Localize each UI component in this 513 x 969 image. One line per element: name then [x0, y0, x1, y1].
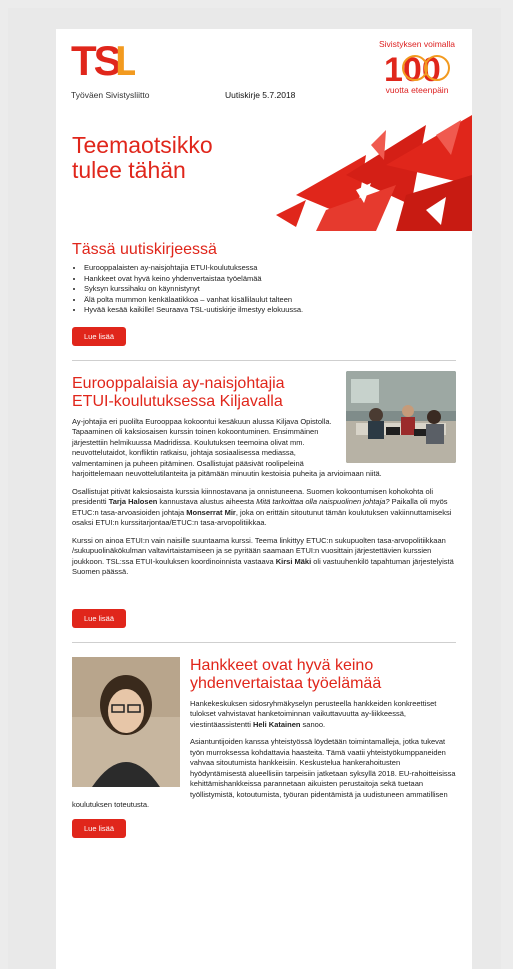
person-name: Monserrat Mir: [186, 507, 236, 517]
toc-item[interactable]: Syksyn kurssihaku on käynnistynyt: [84, 284, 456, 295]
anniversary-100-logo: 100: [384, 51, 450, 84]
person-name: Heli Katainen: [252, 719, 301, 729]
article-1-title: Eurooppalaisia ay-naisjohtajia ETUI-koul…: [72, 374, 285, 410]
classroom-photo-image: [346, 370, 456, 463]
person-name: Kirsi Mäki: [275, 556, 312, 566]
newsletter-card: TS L Työväen Sivistysliitto Uutiskirje 5…: [56, 29, 472, 969]
person-name: Tarja Halosen: [108, 497, 158, 506]
svg-text:L: L: [115, 39, 135, 81]
toc-item[interactable]: Hyvää kesää kaikille! Seuraava TSL-uutis…: [84, 305, 456, 316]
toc-section: Tässä uutiskirjeessä Eurooppalaisten ay-…: [56, 241, 472, 346]
portrait-photo-image: [72, 656, 180, 787]
org-name: Työväen Sivistysliitto: [71, 90, 150, 100]
article-1-paragraph-3: Kurssi on ainoa ETUI:n vain naisille suu…: [72, 535, 454, 577]
page-background: TS L Työväen Sivistysliitto Uutiskirje 5…: [8, 8, 501, 969]
issue-date: Uutiskirje 5.7.2018: [225, 90, 296, 100]
newsletter-header: TS L Työväen Sivistysliitto Uutiskirje 5…: [56, 29, 472, 109]
article-2-photo: [72, 656, 180, 787]
article-2: Hankkeet ovat hyvä keino yhdenvertaistaa…: [56, 656, 472, 838]
hero-shards-graphic: [276, 115, 472, 231]
article-1: Eurooppalaisia ay-naisjohtajia ETUI-koul…: [56, 370, 472, 628]
article-2-read-more-button[interactable]: Lue lisää: [72, 818, 127, 838]
tsl-logo[interactable]: TS L: [71, 39, 135, 81]
divider: [72, 641, 456, 643]
divider: [72, 359, 456, 361]
talk-title: Mitä tarkoittaa olla naispuolinen johtaj…: [256, 497, 390, 506]
article-1-paragraph-2: Osallistujat pitivät kaksiosaista kurssi…: [72, 486, 452, 528]
article-1-photo: [346, 370, 456, 463]
toc-list: Eurooppalaisten ay-naisjohtajia ETUI-kou…: [72, 263, 456, 316]
anniversary-badge: Sivistyksen voimalla 100 vuotta eteenpäi…: [374, 39, 460, 95]
anniversary-slogan-bottom: vuotta eteenpäin: [385, 85, 449, 95]
hero-title: Teemaotsikko tulee tähän: [72, 132, 213, 183]
toc-item[interactable]: Älä polta mummon kenkälaatikkoa – vanhat…: [84, 295, 456, 306]
toc-heading: Tässä uutiskirjeessä: [72, 241, 217, 258]
article-1-read-more-button[interactable]: Lue lisää: [72, 608, 127, 628]
toc-item[interactable]: Hankkeet ovat hyvä keino yhdenvertaistaa…: [84, 274, 456, 285]
hero-banner: Teemaotsikko tulee tähän: [56, 109, 472, 231]
toc-read-more-button[interactable]: Lue lisää: [72, 326, 127, 346]
toc-item[interactable]: Eurooppalaisten ay-naisjohtajia ETUI-kou…: [84, 263, 456, 274]
anniversary-slogan-top: Sivistyksen voimalla: [378, 39, 456, 49]
svg-text:TS: TS: [71, 39, 121, 81]
